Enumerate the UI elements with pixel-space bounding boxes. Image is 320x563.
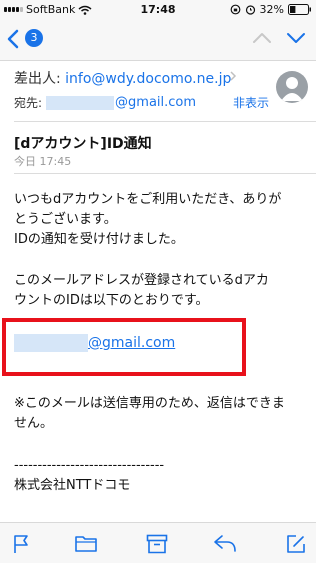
redacted-block	[46, 95, 115, 110]
flag-icon[interactable]	[12, 534, 30, 554]
body-line: とうございます。	[14, 212, 117, 227]
body-line: IDの通知を受け付けました。	[14, 232, 184, 247]
signature: -------------------------------- 株式会社NTT…	[14, 456, 164, 496]
divider	[14, 173, 316, 174]
body-line: いつもdアカウントをご利用いただき、ありが	[14, 192, 282, 207]
hide-details-link[interactable]: 非表示	[233, 94, 269, 111]
body-paragraph-2: このメールアドレスが登録されているdアカ ウントのIDは以下のとおりです。	[14, 271, 269, 311]
folder-icon[interactable]	[75, 534, 97, 552]
body-line: ウントのIDは以下のとおりです。	[14, 293, 209, 308]
chevron-left-icon[interactable]	[6, 29, 20, 49]
orientation-lock-icon	[230, 4, 240, 15]
nav-bar: 3	[0, 20, 316, 61]
compose-icon[interactable]	[286, 534, 306, 554]
chevron-right-icon[interactable]	[229, 70, 237, 82]
account-id-line: @gmail.com	[14, 334, 175, 352]
to-address[interactable]: @gmail.com	[115, 95, 196, 110]
message-date: 今日 17:45	[14, 155, 72, 168]
recipient-row: 宛先: @gmail.com	[14, 94, 196, 111]
bottom-toolbar	[0, 522, 316, 563]
reply-icon[interactable]	[213, 534, 237, 552]
avatar[interactable]	[276, 71, 308, 103]
alarm-icon	[245, 5, 255, 15]
from-address[interactable]: info@wdy.docomo.ne.jp	[65, 71, 231, 87]
account-id-link[interactable]: @gmail.com	[88, 335, 175, 351]
sender-row: 差出人: info@wdy.docomo.ne.jp	[14, 68, 231, 88]
separator-line: --------------------------------	[14, 458, 165, 473]
company-name: 株式会社NTTドコモ	[14, 478, 131, 493]
to-label: 宛先:	[14, 96, 43, 110]
status-bar: SoftBank 17:48 32%	[0, 0, 316, 20]
body-line: せん。	[14, 416, 54, 431]
body-line: ※このメールは送信専用のため、返信はできま	[14, 396, 285, 411]
body-line: このメールアドレスが登録されているdアカ	[14, 273, 269, 288]
redacted-block	[14, 334, 88, 352]
chevron-up-icon[interactable]	[252, 31, 272, 45]
unread-count-badge[interactable]: 3	[25, 29, 43, 47]
body-paragraph-1: いつもdアカウントをご利用いただき、ありが とうございます。 IDの通知を受け付…	[14, 190, 281, 250]
battery-percent: 32%	[259, 3, 284, 16]
status-right: 32%	[230, 3, 312, 16]
person-icon	[281, 77, 303, 101]
divider	[14, 121, 316, 122]
chevron-down-icon[interactable]	[286, 31, 306, 45]
from-label: 差出人:	[14, 71, 61, 87]
notice-paragraph: ※このメールは送信専用のため、返信はできま せん。	[14, 394, 285, 434]
battery-icon	[288, 4, 311, 15]
archive-icon[interactable]	[146, 534, 168, 554]
message-subject: [dアカウント]ID通知	[14, 136, 152, 152]
